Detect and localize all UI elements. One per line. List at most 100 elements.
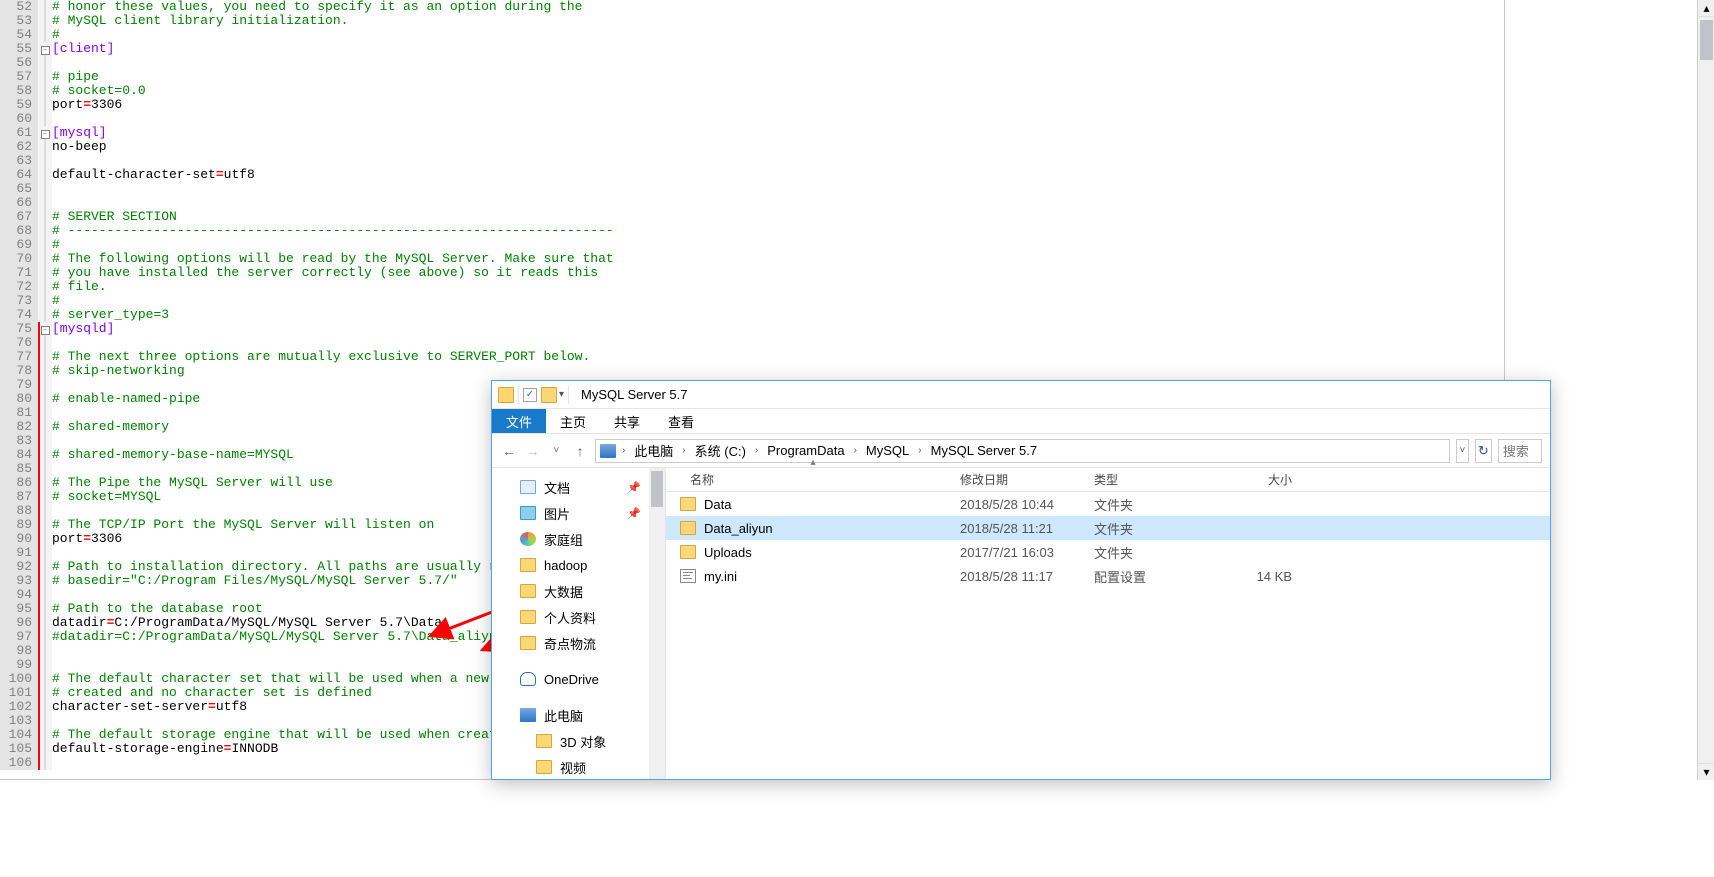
address-toolbar: ← → ˅ ↑ › 此电脑›系统 (C:)›ProgramData›MySQL›…: [492, 434, 1550, 468]
nav-item[interactable]: OneDrive: [492, 666, 665, 692]
folder-icon: [680, 497, 696, 511]
nav-item[interactable]: 家庭组: [492, 526, 665, 552]
qa-dropdown-icon[interactable]: ▾: [559, 389, 564, 400]
nav-back-button[interactable]: ←: [500, 438, 518, 464]
address-bar[interactable]: › 此电脑 › 系统 (C:) › ProgramData › MySQL › MySQL Se…: [595, 439, 1450, 463]
nav-item[interactable]: 奇点物流: [492, 630, 665, 656]
nav-item[interactable]: 大数据: [492, 578, 665, 604]
ribbon-tab-2[interactable]: 共享: [600, 409, 654, 433]
file-row[interactable]: Data2018/5/28 10:44文件夹: [666, 492, 1550, 516]
cloud-icon: [520, 672, 536, 686]
folder-icon: [520, 610, 536, 624]
nav-item-label: 奇点物流: [544, 634, 596, 653]
nav-item[interactable]: 图片📌: [492, 500, 665, 526]
column-date[interactable]: 修改日期: [960, 471, 1094, 488]
fold-toggle[interactable]: −: [41, 130, 50, 139]
file-list[interactable]: 名称 修改日期 类型 大小 Data2018/5/28 10:44文件夹Data…: [666, 468, 1550, 779]
file-row[interactable]: my.ini2018/5/28 11:17配置设置14 KB: [666, 564, 1550, 588]
chevron-right-icon[interactable]: ›: [680, 445, 687, 456]
nav-item-label: 文档: [544, 478, 570, 497]
nav-scrollbar[interactable]: [649, 468, 665, 779]
ribbon-tab-0[interactable]: 文件: [492, 409, 546, 433]
ribbon-tab-1[interactable]: 主页: [546, 409, 600, 433]
row-type: 文件夹: [1094, 519, 1228, 538]
column-name[interactable]: 名称: [666, 471, 960, 488]
pin-icon: 📌: [627, 481, 641, 494]
nav-item[interactable]: 视频: [492, 754, 665, 779]
folder-icon: [680, 521, 696, 535]
navigation-pane[interactable]: 文档📌图片📌家庭组hadoop大数据个人资料奇点物流OneDrive此电脑3D …: [492, 468, 666, 779]
folder-icon: [520, 558, 536, 572]
ribbon-tabs: 文件主页共享查看: [492, 409, 1550, 434]
row-size: 14 KB: [1228, 569, 1302, 584]
breadcrumb-segment[interactable]: MySQL: [863, 443, 912, 458]
breadcrumb-segment[interactable]: 系统 (C:): [692, 441, 749, 460]
folder-icon: [541, 387, 557, 403]
nav-recent-dropdown[interactable]: ˅: [547, 438, 565, 464]
scroll-up-button[interactable]: ▴: [1698, 0, 1714, 17]
column-headers[interactable]: 名称 修改日期 类型 大小: [666, 468, 1550, 492]
nav-item-label: 个人资料: [544, 608, 596, 627]
breadcrumb-segment[interactable]: ProgramData: [764, 443, 847, 458]
fold-toggle[interactable]: −: [41, 46, 50, 55]
window-title: MySQL Server 5.7: [581, 387, 687, 402]
row-name: my.ini: [704, 569, 960, 584]
pc-icon: [520, 708, 536, 722]
folder-icon: [520, 636, 536, 650]
editor-vertical-scrollbar[interactable]: ▴ ▾: [1697, 0, 1714, 780]
fold-column[interactable]: │││−│││││−│││││││││││││−││││││││││││││││…: [38, 0, 52, 770]
folder-icon: [498, 387, 514, 403]
row-date: 2018/5/28 11:21: [960, 521, 1094, 536]
nav-item[interactable]: hadoop: [492, 552, 665, 578]
file-icon: [680, 569, 696, 583]
row-date: 2018/5/28 11:17: [960, 569, 1094, 584]
ribbon-tab-3[interactable]: 查看: [654, 409, 708, 433]
nav-item[interactable]: 个人资料: [492, 604, 665, 630]
quick-access-toggle[interactable]: [523, 388, 537, 402]
search-input[interactable]: 搜索: [1498, 439, 1542, 463]
chevron-right-icon[interactable]: ›: [852, 445, 859, 456]
nav-item[interactable]: 3D 对象: [492, 728, 665, 754]
line-gutter: 5253545556575859606162636465666768697071…: [0, 0, 38, 770]
row-type: 配置设置: [1094, 567, 1228, 586]
nav-item[interactable]: 文档 📌: [492, 474, 665, 500]
breadcrumb-segment[interactable]: MySQL Server 5.7: [928, 443, 1040, 458]
row-type: 文件夹: [1094, 543, 1228, 562]
nav-up-button[interactable]: ↑: [571, 438, 589, 464]
nav-item-label: 视频: [560, 758, 586, 777]
nav-forward-button[interactable]: →: [524, 438, 542, 464]
folder-icon: [680, 545, 696, 559]
breadcrumb-segment[interactable]: 此电脑: [631, 441, 676, 460]
pc-icon: [600, 444, 616, 458]
file-row[interactable]: Uploads2017/7/21 16:03文件夹: [666, 540, 1550, 564]
search-placeholder: 搜索: [1503, 441, 1529, 460]
refresh-button[interactable]: ↻: [1475, 439, 1492, 463]
scroll-thumb[interactable]: [1700, 20, 1713, 60]
nav-item-label: OneDrive: [544, 672, 599, 687]
chevron-right-icon[interactable]: ›: [916, 445, 923, 456]
column-size[interactable]: 大小: [1228, 471, 1302, 488]
explorer-titlebar[interactable]: ▾ MySQL Server 5.7: [492, 381, 1550, 409]
nav-scroll-thumb[interactable]: [651, 471, 663, 507]
nav-item[interactable]: 此电脑: [492, 702, 665, 728]
scroll-down-button[interactable]: ▾: [1698, 763, 1714, 780]
row-type: 文件夹: [1094, 495, 1228, 514]
address-dropdown[interactable]: ˅: [1456, 439, 1469, 463]
column-type[interactable]: 类型: [1094, 471, 1228, 488]
nav-item-label: 此电脑: [544, 706, 583, 725]
nav-item-label: 家庭组: [544, 530, 583, 549]
row-name: Data: [704, 497, 960, 512]
fold-toggle[interactable]: −: [41, 326, 50, 335]
chevron-right-icon[interactable]: ›: [753, 445, 760, 456]
nav-item-label: hadoop: [544, 558, 587, 573]
file-explorer-window[interactable]: ▾ MySQL Server 5.7 文件主页共享查看 ← → ˅ ↑ › 此电…: [491, 380, 1551, 780]
separator: [518, 386, 519, 404]
row-name: Data_aliyun: [704, 521, 960, 536]
chevron-right-icon[interactable]: ›: [620, 445, 627, 456]
nav-item-label: 3D 对象: [560, 732, 606, 751]
separator: [568, 386, 569, 404]
file-row[interactable]: Data_aliyun2018/5/28 11:21文件夹: [666, 516, 1550, 540]
row-name: Uploads: [704, 545, 960, 560]
pin-icon: 📌: [627, 507, 641, 520]
nav-item-label: 大数据: [544, 582, 583, 601]
